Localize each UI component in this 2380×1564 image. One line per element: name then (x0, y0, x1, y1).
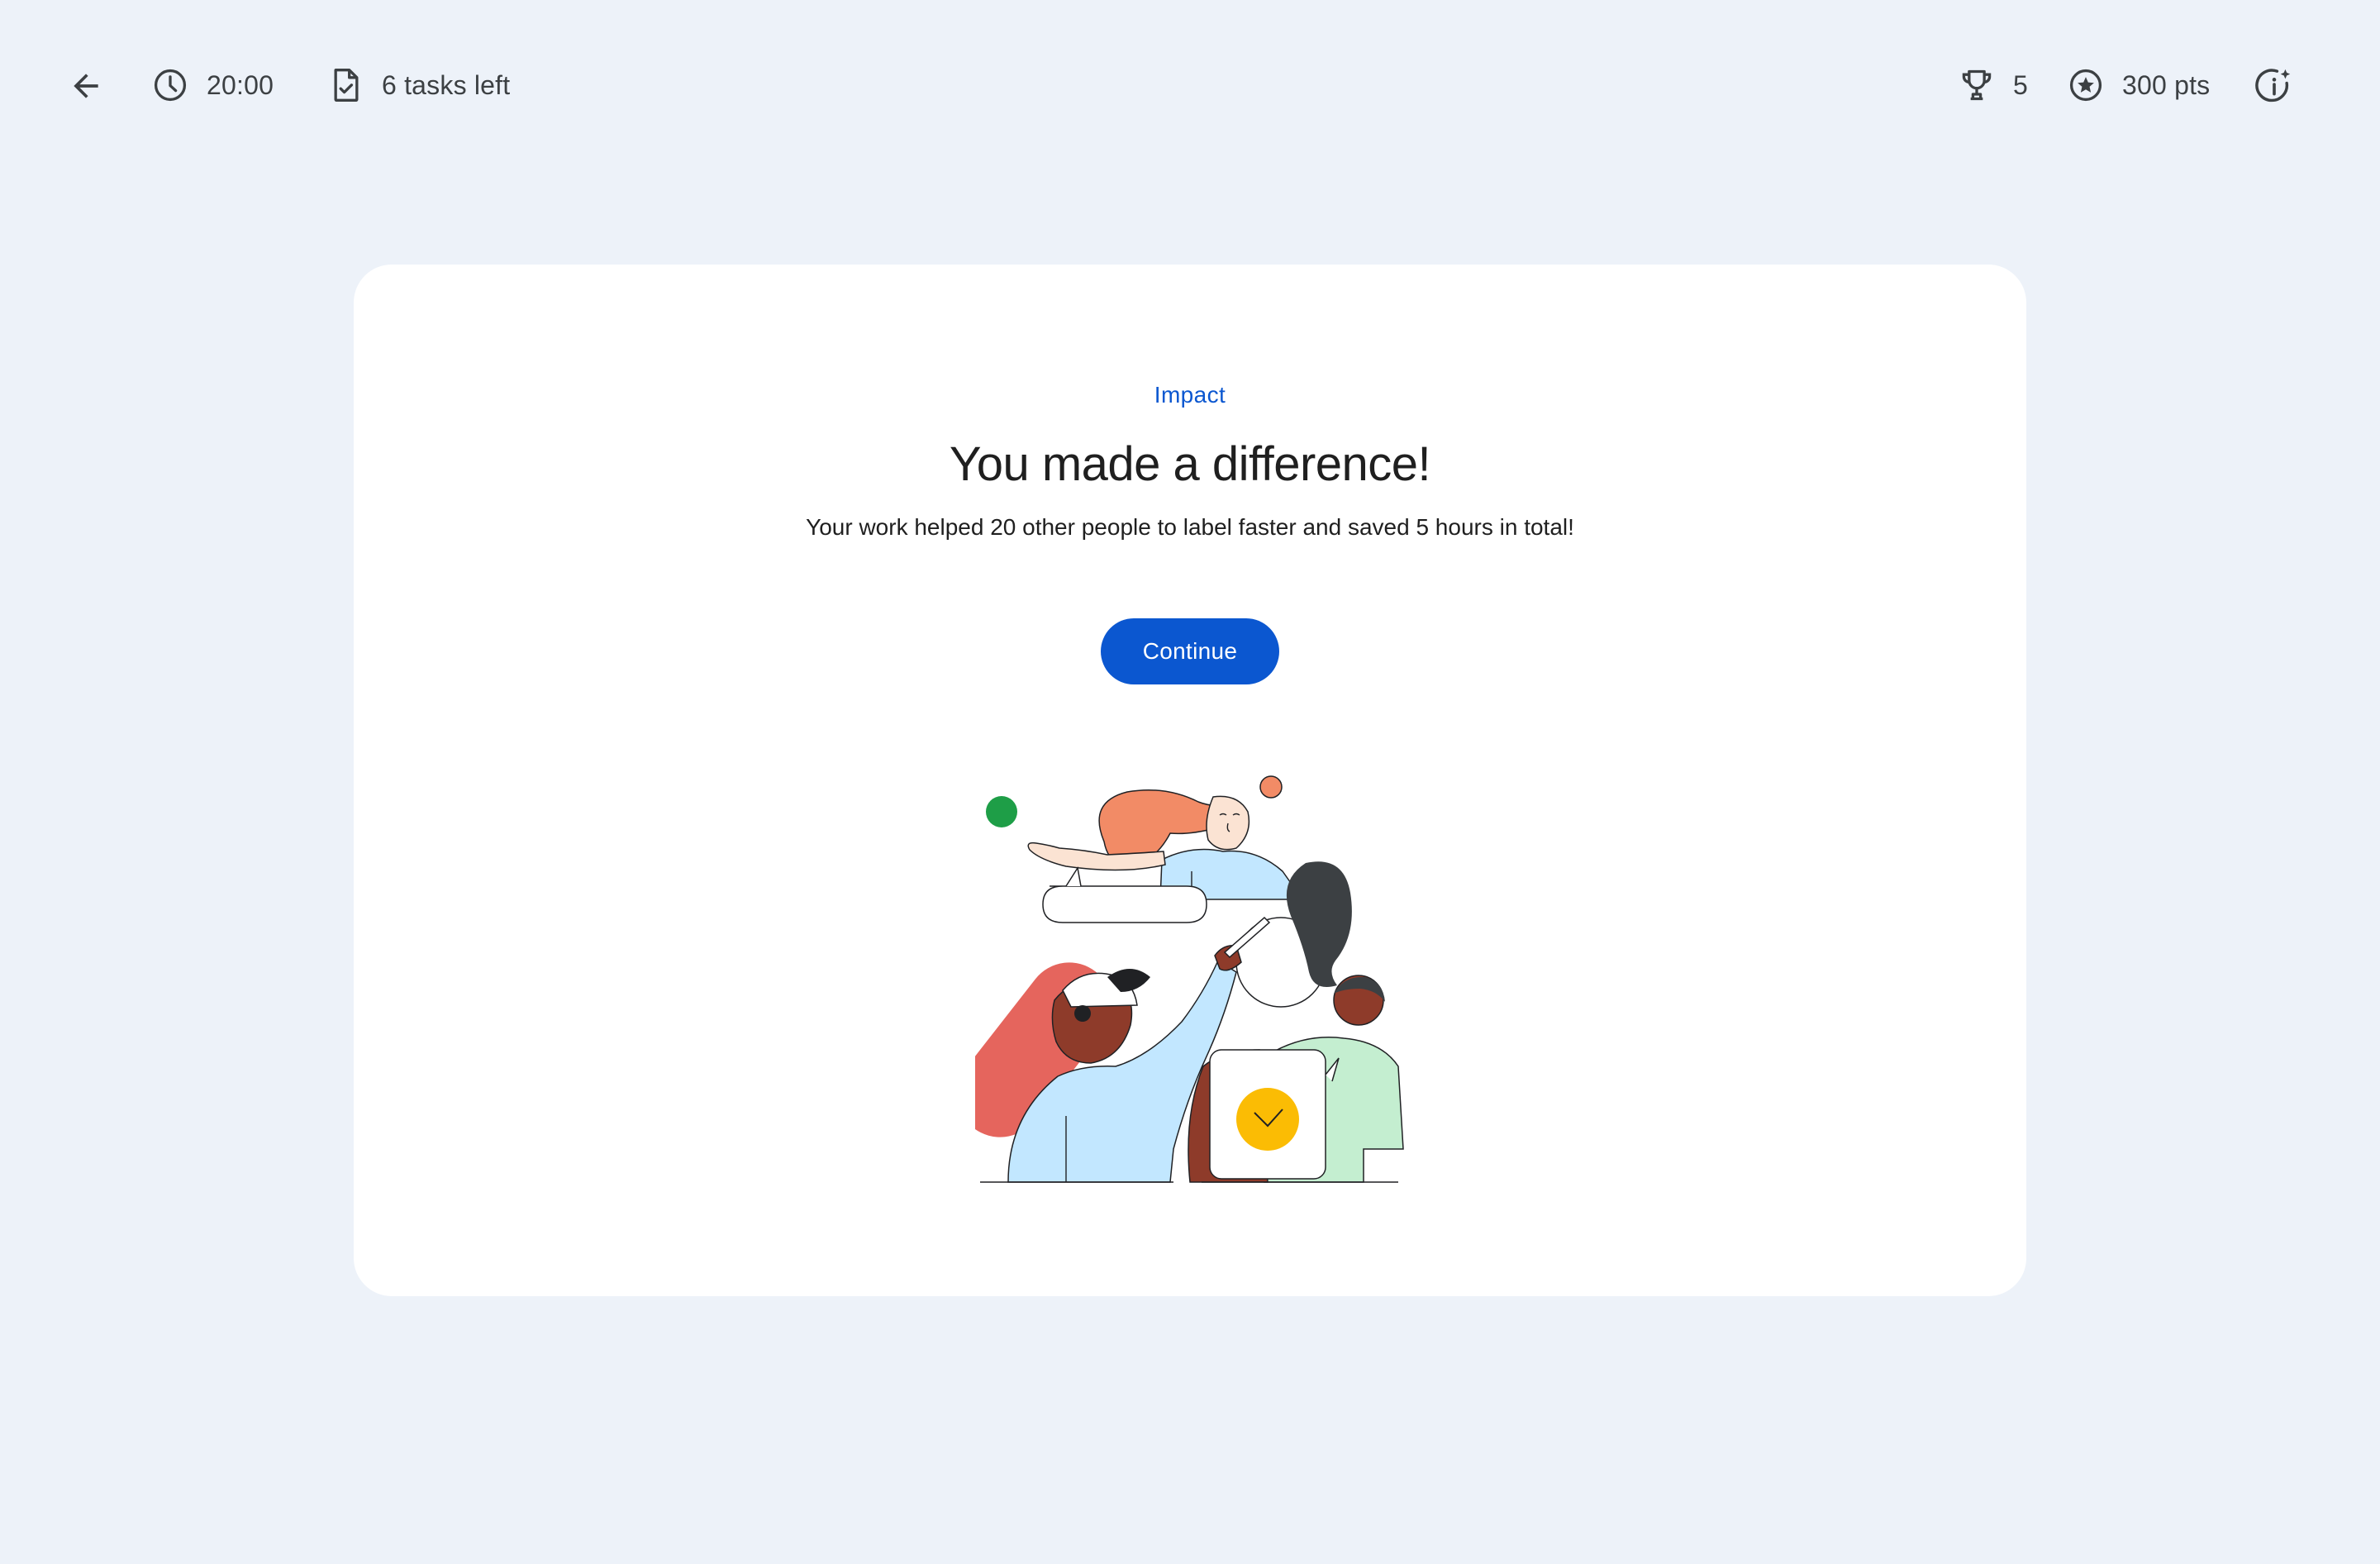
top-bar: 20:00 6 tasks left 5 300 pts (0, 0, 2380, 170)
points-value: 300 pts (2122, 69, 2211, 100)
trophy-count-value: 5 (2013, 69, 2028, 100)
collaboration-illustration (975, 775, 1404, 1183)
continue-button[interactable]: Continue (1101, 618, 1279, 684)
eyebrow-label: Impact (1154, 382, 1226, 408)
info-button[interactable] (2249, 61, 2299, 111)
points: 300 pts (2068, 60, 2210, 111)
clock-icon (154, 69, 187, 102)
task-document-icon (334, 69, 359, 102)
timer: 20:00 (152, 60, 274, 111)
info-sparkle-icon (2255, 69, 2291, 103)
page-title: You made a difference! (949, 437, 1431, 491)
tasks-left-label: 6 tasks left (382, 69, 511, 100)
arrow-back-icon (74, 74, 98, 98)
timer-value: 20:00 (207, 69, 274, 100)
impact-description: Your work helped 20 other people to labe… (806, 514, 1574, 540)
back-button[interactable] (61, 61, 111, 111)
trophy-icon (1962, 69, 1992, 101)
star-circle-icon (2069, 69, 2102, 102)
tasks-remaining: 6 tasks left (329, 60, 510, 111)
trophy-count: 5 (1959, 60, 2028, 111)
